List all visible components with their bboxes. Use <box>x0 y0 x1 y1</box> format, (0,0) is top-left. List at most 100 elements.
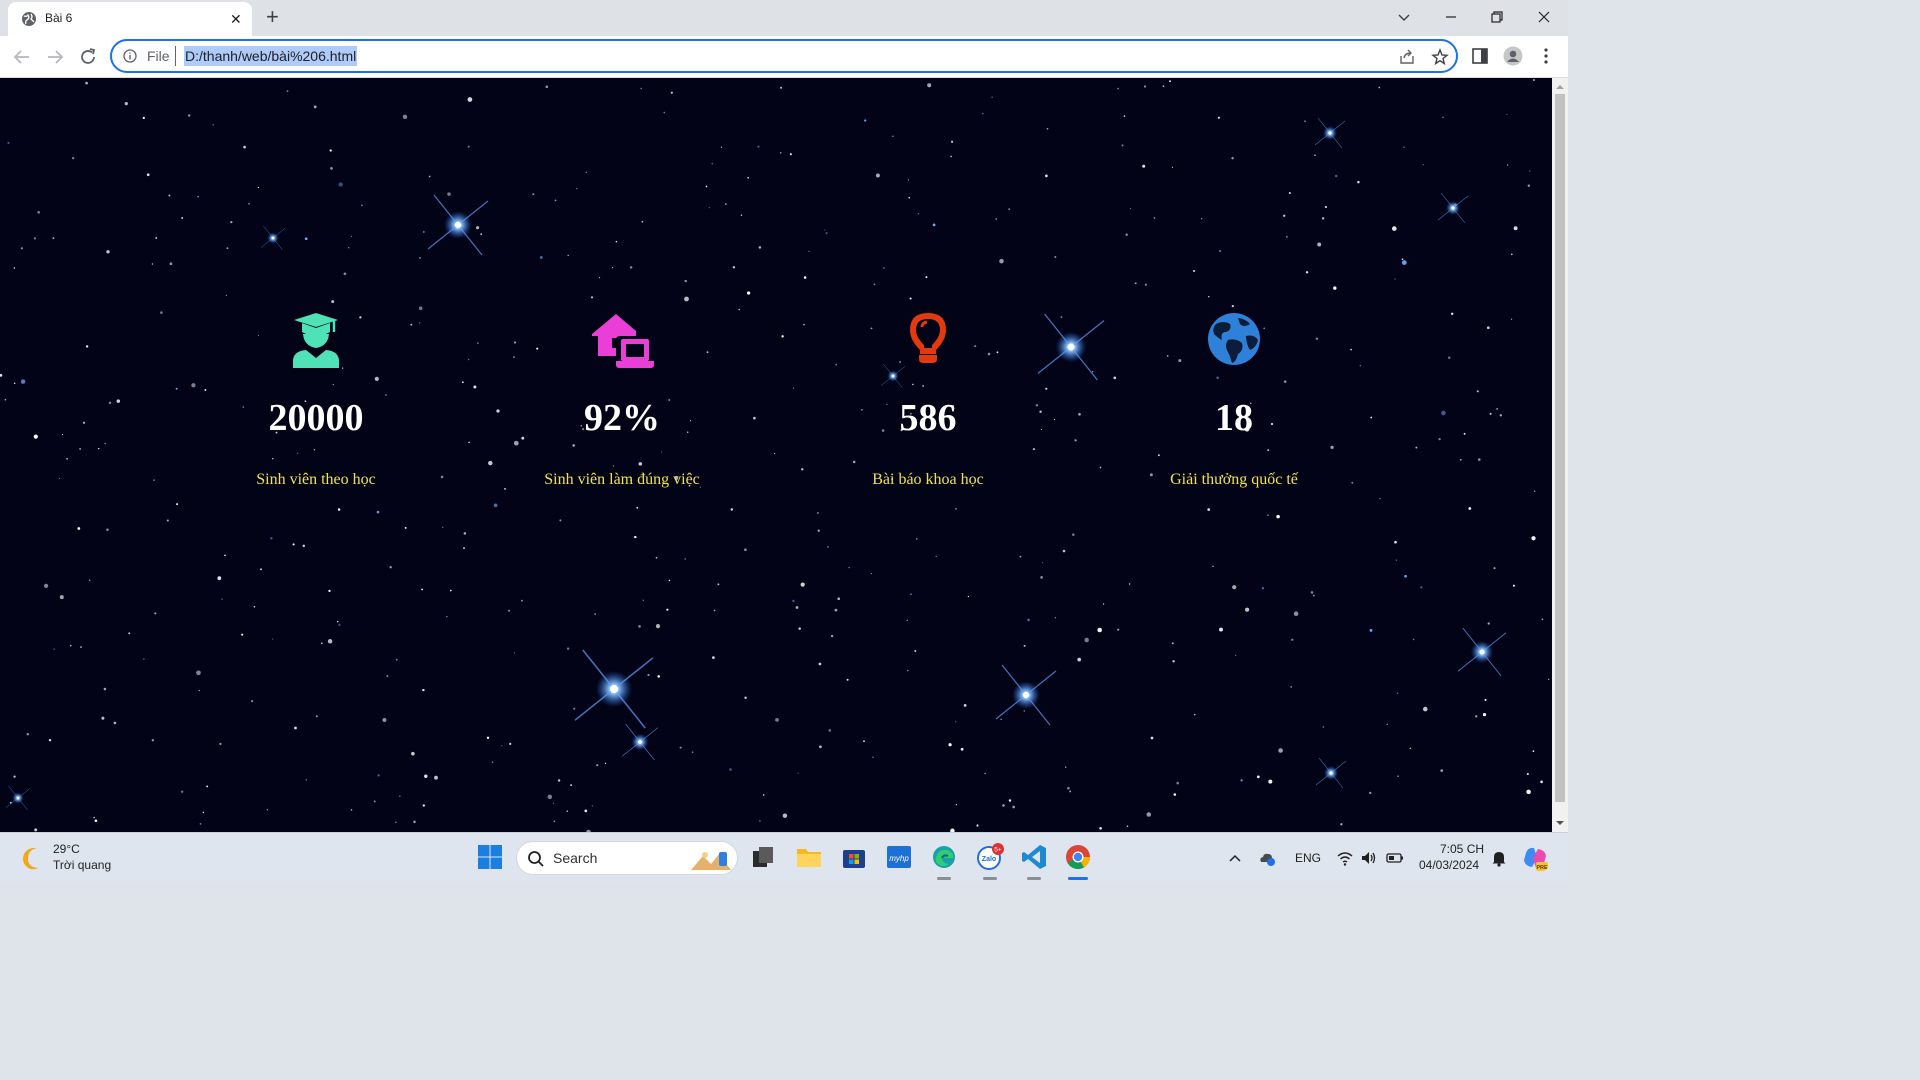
zalo-icon[interactable]: Zalo 5+ <box>976 843 1004 871</box>
star <box>33 434 38 439</box>
reload-icon[interactable] <box>77 46 99 68</box>
star <box>1078 412 1081 416</box>
restore-icon[interactable] <box>1486 6 1508 28</box>
star <box>775 717 779 722</box>
plus-icon[interactable]: + <box>266 6 279 28</box>
star <box>1261 587 1264 590</box>
info-icon[interactable] <box>123 49 137 63</box>
star <box>463 547 465 550</box>
kebab-menu-icon[interactable] <box>1536 46 1556 66</box>
taskbar-search[interactable]: Search <box>516 841 738 875</box>
star <box>640 87 642 90</box>
star <box>615 240 618 243</box>
star-icon[interactable] <box>1431 48 1449 66</box>
start-icon[interactable] <box>476 843 504 871</box>
myhp-icon[interactable]: myhp <box>885 843 913 871</box>
star <box>1484 698 1487 701</box>
star <box>270 537 273 540</box>
address-bar[interactable]: File D:/thanh/web/bài%206.html <box>110 39 1458 73</box>
moon-icon[interactable] <box>20 845 46 871</box>
star <box>52 237 55 240</box>
star <box>1142 164 1146 168</box>
url-text[interactable]: D:/thanh/web/bài%206.html <box>184 46 358 66</box>
star <box>1283 214 1286 217</box>
chevron-down-icon[interactable] <box>1393 6 1415 28</box>
star <box>219 742 222 745</box>
star <box>104 442 106 445</box>
star <box>780 86 783 89</box>
star <box>996 351 999 354</box>
notification-bell-icon[interactable] <box>1490 849 1508 867</box>
browser-tab[interactable]: Bài 6 ✕ <box>8 2 252 36</box>
star <box>1278 748 1283 753</box>
star <box>221 598 223 601</box>
minimize-icon[interactable] <box>1440 6 1462 28</box>
share-icon[interactable] <box>1398 48 1416 66</box>
side-panel-icon[interactable] <box>1470 46 1490 66</box>
star <box>1415 446 1418 449</box>
forward-icon[interactable] <box>44 46 66 68</box>
star <box>1493 567 1496 570</box>
star <box>1157 454 1160 457</box>
chevron-up-icon[interactable] <box>1226 849 1244 867</box>
star <box>539 256 543 259</box>
edge-icon[interactable] <box>930 843 958 871</box>
url-divider <box>175 46 176 66</box>
star <box>377 774 380 777</box>
onedrive-sync-icon[interactable] <box>1258 849 1276 867</box>
clock-date[interactable]: 04/03/2024 <box>1419 858 1479 872</box>
star <box>1054 617 1056 619</box>
star <box>225 294 227 296</box>
close-icon[interactable]: ✕ <box>230 11 242 27</box>
close-window-icon[interactable] <box>1533 6 1555 28</box>
scroll-up-icon[interactable] <box>1556 83 1564 91</box>
star <box>1510 318 1513 320</box>
chrome-icon[interactable] <box>1064 843 1092 871</box>
star <box>422 688 425 692</box>
star <box>872 756 874 759</box>
star <box>257 334 260 336</box>
page-scrollbar[interactable] <box>1552 78 1568 832</box>
star <box>286 90 289 92</box>
volume-icon[interactable] <box>1360 849 1378 867</box>
stat-label: Bài báo khoa học <box>872 471 984 488</box>
weather-description[interactable]: Trời quang <box>53 858 111 872</box>
star <box>995 218 997 220</box>
star <box>883 267 885 269</box>
profile-icon[interactable] <box>1503 46 1523 66</box>
weather-temperature[interactable]: 29°C <box>53 842 80 856</box>
star <box>447 192 451 196</box>
input-language[interactable]: ENG <box>1295 851 1321 865</box>
star <box>955 804 957 806</box>
star <box>1102 603 1105 605</box>
task-view-icon[interactable] <box>749 843 777 871</box>
star <box>1310 591 1314 594</box>
copilot-icon[interactable]: PRE <box>1522 845 1548 871</box>
store-icon[interactable] <box>840 843 868 871</box>
back-icon[interactable] <box>11 46 33 68</box>
star <box>410 323 413 326</box>
star <box>330 167 333 170</box>
star <box>253 605 256 608</box>
star <box>1401 258 1404 261</box>
vscode-icon[interactable] <box>1020 843 1048 871</box>
star <box>382 718 387 722</box>
star <box>446 615 448 618</box>
star <box>66 457 68 460</box>
star <box>655 556 658 559</box>
clock-time[interactable]: 7:05 CH <box>1440 842 1484 856</box>
star <box>863 740 865 743</box>
star <box>43 583 49 589</box>
wifi-icon[interactable] <box>1336 849 1354 867</box>
scroll-down-icon[interactable] <box>1556 819 1564 827</box>
battery-icon[interactable] <box>1386 849 1404 867</box>
star <box>1216 376 1219 380</box>
star <box>730 508 733 511</box>
star <box>103 687 107 691</box>
star <box>1412 638 1415 641</box>
star <box>1019 555 1022 558</box>
star <box>604 762 607 765</box>
scroll-thumb[interactable] <box>1555 94 1565 802</box>
file-explorer-icon[interactable] <box>795 843 823 871</box>
star <box>1440 769 1444 772</box>
